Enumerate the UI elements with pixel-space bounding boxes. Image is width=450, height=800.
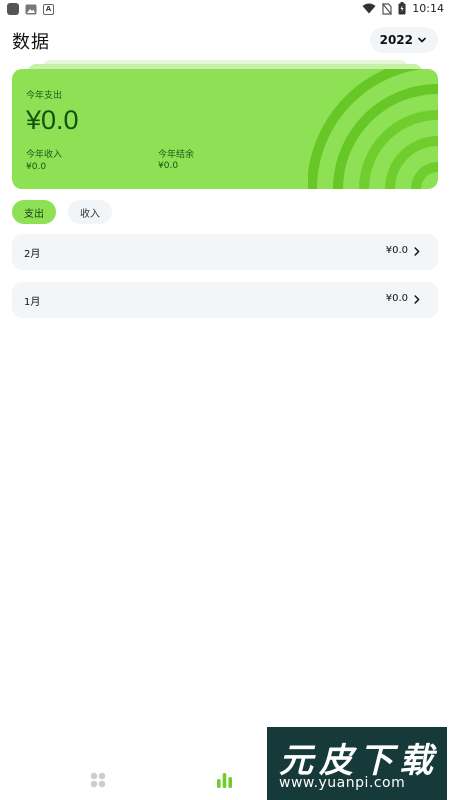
no-sim-icon (382, 2, 393, 15)
page-title: 数据 (12, 32, 50, 53)
income-value: ¥0.0 (26, 162, 47, 172)
status-bar-system: 10:14 (362, 2, 444, 15)
app-icon (7, 3, 19, 15)
header: 数据 2022 (12, 27, 438, 53)
month-label: 2月 (24, 249, 41, 260)
status-bar: A 10:14 (0, 0, 450, 20)
income-label: 今年收入 (26, 150, 63, 160)
chevron-down-icon (418, 37, 426, 43)
watermark-logo: 元皮下载 www.yuanpi.com (267, 727, 447, 800)
year-value: 2022 (379, 33, 413, 47)
font-icon: A (43, 3, 54, 15)
chevron-right-icon (414, 247, 420, 256)
watermark-url: www.yuanpi.com (279, 775, 406, 791)
status-bar-notifications: A (7, 3, 54, 15)
tab-income[interactable]: 收入 (68, 200, 112, 224)
expense-label: 今年支出 (26, 91, 63, 101)
balance-value: ¥0.0 (158, 161, 179, 171)
month-label: 1月 (24, 297, 41, 308)
battery-icon (398, 2, 406, 15)
bar-chart-icon[interactable] (216, 772, 233, 788)
wifi-icon (362, 3, 376, 14)
balance-label: 今年结余 (158, 150, 195, 160)
month-amount: ¥0.0 (385, 293, 408, 304)
summary-card: 今年支出 ¥0.0 今年收入 ¥0.0 今年结余 ¥0.0 (12, 69, 438, 189)
month-row[interactable]: 2月 ¥0.0 (12, 234, 438, 270)
image-icon (25, 4, 37, 14)
expense-value: ¥0.0 (26, 105, 79, 135)
grid-icon[interactable] (90, 772, 106, 788)
tab-expense[interactable]: 支出 (12, 200, 56, 224)
chevron-right-icon (414, 295, 420, 304)
month-amount: ¥0.0 (385, 245, 408, 256)
card-decoration (308, 69, 438, 189)
status-time: 10:14 (412, 2, 444, 15)
month-row[interactable]: 1月 ¥0.0 (12, 282, 438, 318)
year-select[interactable]: 2022 (369, 27, 438, 53)
